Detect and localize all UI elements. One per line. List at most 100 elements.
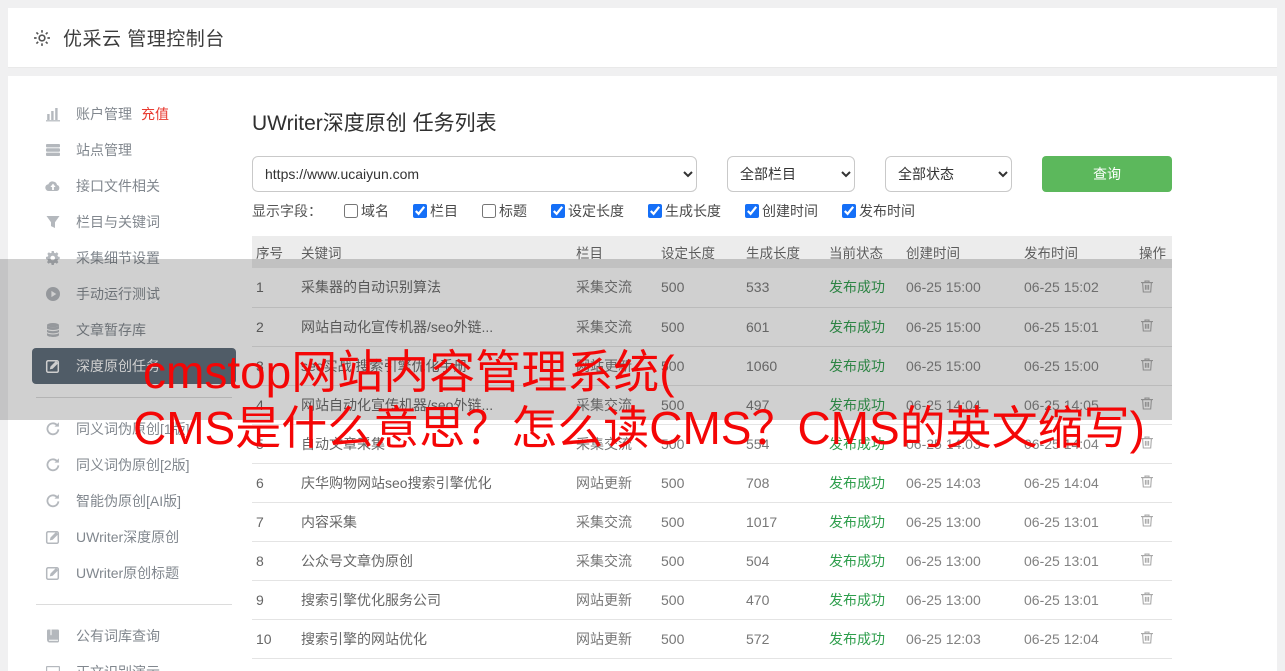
query-button[interactable]: 查询 (1042, 156, 1172, 192)
column-header: 设定长度 (657, 236, 742, 268)
sidebar-item-label: 文章暂存库 (76, 320, 146, 340)
gear-icon (32, 28, 52, 48)
column-header: 序号 (252, 236, 297, 268)
cell-created: 06-25 13:00 (902, 502, 1020, 541)
edit-icon (45, 529, 61, 545)
sidebar-item[interactable]: 账户管理充值 (32, 96, 236, 132)
cell-published: 06-25 13:01 (1020, 580, 1135, 619)
cloud-upload-icon (45, 178, 61, 194)
delete-button[interactable] (1139, 395, 1155, 411)
sidebar-item[interactable]: 正文识别演示 (32, 654, 236, 671)
cell-published: 06-25 14:04 (1020, 424, 1135, 463)
delete-button[interactable] (1139, 434, 1155, 450)
sidebar-item-label: 账户管理 (76, 104, 132, 124)
field-checkbox[interactable] (648, 204, 662, 218)
site-select[interactable]: https://www.ucaiyun.com (252, 156, 697, 192)
cell-created: 06-25 14:03 (902, 424, 1020, 463)
cell-published: 06-25 15:02 (1020, 268, 1135, 307)
table-row: 10搜索引擎的网站优化网站更新500572发布成功06-25 12:0306-2… (252, 619, 1172, 658)
cell-status: 发布成功 (825, 424, 902, 463)
table-row: 7内容采集采集交流5001017发布成功06-25 13:0006-25 13:… (252, 502, 1172, 541)
sidebar-item[interactable]: UWriter原创标题 (32, 555, 236, 591)
sidebar-item[interactable]: 公有词库查询 (32, 618, 236, 654)
sidebar-item[interactable]: 站点管理 (32, 132, 236, 168)
table-row: 2网站自动化宣传机器/seo外链...采集交流500601发布成功06-25 1… (252, 307, 1172, 346)
sidebar-item[interactable]: 采集细节设置 (32, 240, 236, 276)
sidebar-item[interactable]: 接口文件相关 (32, 168, 236, 204)
column-header: 创建时间 (902, 236, 1020, 268)
sidebar-item[interactable]: 栏目与关键词 (32, 204, 236, 240)
sidebar-item[interactable]: 同义词伪原创[2版] (32, 447, 236, 483)
field-option[interactable]: 域名 (344, 201, 389, 221)
sidebar-divider (36, 397, 232, 398)
cell-status: 发布成功 (825, 385, 902, 424)
field-checkbox[interactable] (413, 204, 427, 218)
cell-gen_len: 572 (742, 619, 825, 658)
delete-button[interactable] (1139, 473, 1155, 489)
cell-published: 06-25 15:01 (1020, 307, 1135, 346)
cell-actions (1135, 307, 1172, 346)
status-select[interactable]: 全部状态 (885, 156, 1012, 192)
table-row: 8公众号文章伪原创采集交流500504发布成功06-25 13:0006-25 … (252, 541, 1172, 580)
delete-button[interactable] (1139, 317, 1155, 333)
monitor-icon (45, 664, 61, 671)
cell-column: 采集交流 (572, 541, 657, 580)
sidebar-item[interactable]: 智能伪原创[AI版] (32, 483, 236, 519)
cell-published: 06-25 13:01 (1020, 502, 1135, 541)
field-checkbox[interactable] (482, 204, 496, 218)
field-option-label: 发布时间 (859, 201, 915, 221)
field-option[interactable]: 发布时间 (842, 201, 915, 221)
sidebar-item[interactable]: 同义词伪原创[1版] (32, 411, 236, 447)
sidebar-item-label: 采集细节设置 (76, 248, 160, 268)
field-option[interactable]: 设定长度 (551, 201, 624, 221)
cell-no: 10 (252, 619, 297, 658)
delete-button[interactable] (1139, 278, 1155, 294)
field-option[interactable]: 创建时间 (745, 201, 818, 221)
field-checkbox[interactable] (344, 204, 358, 218)
column-select[interactable]: 全部栏目 (727, 156, 855, 192)
table-row: 1采集器的自动识别算法采集交流500533发布成功06-25 15:0006-2… (252, 268, 1172, 307)
field-option[interactable]: 标题 (482, 201, 527, 221)
sidebar-item-label: 接口文件相关 (76, 176, 160, 196)
fields-row: 显示字段： 域名栏目标题设定长度生成长度创建时间发布时间 (252, 201, 939, 221)
cell-keyword: 庆华购物网站seo搜索引擎优化 (297, 463, 572, 502)
cell-set_len: 500 (657, 268, 742, 307)
field-option-label: 生成长度 (665, 201, 721, 221)
sidebar-item-label: 公有词库查询 (76, 626, 160, 646)
cell-created: 06-25 15:00 (902, 268, 1020, 307)
sidebar-item[interactable]: 文章暂存库 (32, 312, 236, 348)
cell-no: 3 (252, 346, 297, 385)
sidebar-item[interactable]: UWriter深度原创 (32, 519, 236, 555)
delete-button[interactable] (1139, 356, 1155, 372)
delete-button[interactable] (1139, 590, 1155, 606)
cell-column: 采集交流 (572, 268, 657, 307)
cell-no: 9 (252, 580, 297, 619)
recharge-link[interactable]: 充值 (141, 104, 169, 124)
cell-keyword: seo实战 搜索引擎优化手册 (297, 346, 572, 385)
bar-chart-icon (45, 106, 61, 122)
cell-status: 发布成功 (825, 619, 902, 658)
cell-column: 采集交流 (572, 385, 657, 424)
cell-no: 1 (252, 268, 297, 307)
sidebar-item[interactable]: 深度原创任务 (32, 348, 236, 384)
field-option[interactable]: 生成长度 (648, 201, 721, 221)
cell-status: 发布成功 (825, 268, 902, 307)
sidebar-item[interactable]: 手动运行测试 (32, 276, 236, 312)
field-checkbox[interactable] (842, 204, 856, 218)
cell-created: 06-25 12:03 (902, 619, 1020, 658)
cell-column: 采集交流 (572, 502, 657, 541)
delete-button[interactable] (1139, 551, 1155, 567)
delete-button[interactable] (1139, 629, 1155, 645)
database-icon (45, 322, 61, 338)
field-checkbox[interactable] (745, 204, 759, 218)
cell-gen_len: 1060 (742, 346, 825, 385)
sidebar-item-label: 正文识别演示 (76, 662, 160, 671)
cell-set_len: 500 (657, 463, 742, 502)
cell-set_len: 500 (657, 580, 742, 619)
field-option[interactable]: 栏目 (413, 201, 458, 221)
column-header: 发布时间 (1020, 236, 1135, 268)
field-checkbox[interactable] (551, 204, 565, 218)
cell-column: 网站更新 (572, 619, 657, 658)
cell-column: 采集交流 (572, 307, 657, 346)
delete-button[interactable] (1139, 512, 1155, 528)
